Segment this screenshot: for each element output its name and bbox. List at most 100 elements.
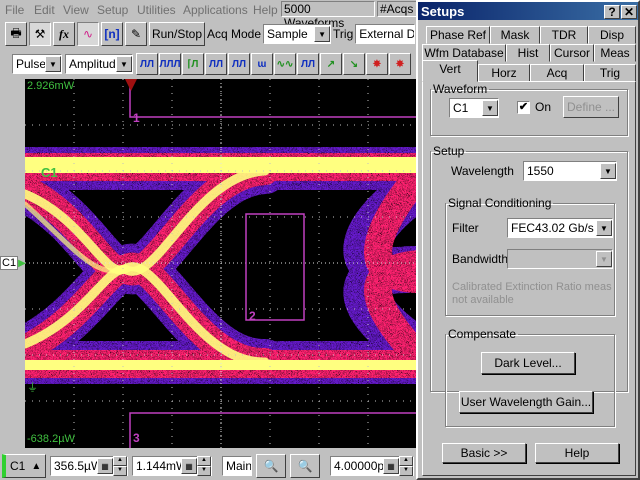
menu-view[interactable]: View [63, 3, 89, 17]
ground-icon: ⏚ [27, 382, 38, 394]
pulse-measure-icon[interactable]: ɯ [251, 53, 273, 75]
tab-hist[interactable]: Hist [506, 44, 550, 62]
pulse-measure-icon[interactable]: ЛЛ [297, 53, 319, 75]
zoom-2-icon[interactable]: 🔍 [290, 454, 320, 478]
menu-help[interactable]: Help [253, 3, 278, 17]
rise-time-icon[interactable]: ↗ [320, 53, 342, 75]
acq-mode-select[interactable]: Sample ▼ [263, 24, 332, 44]
fall-time-icon[interactable]: ↘ [343, 53, 365, 75]
mask-label-2: 2 [249, 309, 256, 323]
tab-cursor[interactable]: Cursor [550, 44, 594, 62]
timebase-field[interactable]: Main [222, 456, 252, 476]
bottom-level-readout: -638.2µW [27, 433, 75, 445]
print-icon[interactable]: 🖶 [5, 22, 27, 46]
waveform-count: 5000 Waveforms [281, 1, 375, 30]
vertical-offset-spinner[interactable]: ▲ ▼ [197, 456, 211, 476]
pulse-measure-icon[interactable]: ЛЛ [136, 53, 158, 75]
user-wavelength-gain-button[interactable]: User Wavelength Gain... [459, 391, 593, 413]
chevron-up-icon: ▲ [31, 460, 42, 472]
waveform-display[interactable]: 2.926mW C1 1 2 3 -638.2µW ⏚ [25, 79, 416, 448]
tab-mask[interactable]: Mask [490, 26, 540, 44]
top-level-readout: 2.926mW [27, 80, 75, 92]
zoom-1-icon[interactable]: 🔍 [256, 454, 286, 478]
waveform-source-select[interactable]: C1 ▼ [449, 98, 499, 118]
keypad-icon[interactable]: ▦ [97, 458, 113, 474]
tab-disp[interactable]: Disp [588, 26, 636, 44]
vert-tab-panel: Waveform C1 ▼ ✔ On Define ... Setup Wavel… [422, 81, 636, 476]
menu-file[interactable]: File [5, 3, 24, 17]
tab-horz[interactable]: Horz [478, 64, 530, 82]
horizontal-scale-field[interactable]: 4.00000ps▦▲▼ [330, 456, 414, 476]
eye-diagram [25, 79, 416, 448]
tab-meas[interactable]: Meas [594, 44, 636, 62]
measurement-select[interactable]: Amplitude▼ [65, 54, 133, 74]
channel-select-button[interactable]: C1 ▲ [2, 454, 46, 478]
chevron-down-icon: ▼ [600, 163, 616, 179]
pulse-measure-icon[interactable]: ⌈Л [182, 53, 204, 75]
pulse-measure-icon[interactable]: ЛЛЛ [159, 53, 181, 75]
acqs-count: #Acqs [377, 1, 417, 17]
pulse-measure-icon[interactable]: ЛЛ [205, 53, 227, 75]
on-label: On [535, 100, 552, 114]
channel-trace-label: C1 [41, 165, 58, 180]
define-button[interactable]: Define ... [563, 96, 619, 118]
dark-level-button[interactable]: Dark Level... [481, 352, 575, 374]
measurement-category-select[interactable]: Pulse ▼ [12, 54, 62, 74]
menu-edit[interactable]: Edit [34, 3, 55, 17]
vertical-offset-field[interactable]: 1.144mW▦▲▼ [132, 456, 212, 476]
jitter-icon[interactable]: ✸ [366, 53, 388, 75]
tab-phase-ref[interactable]: Phase Ref [426, 26, 490, 44]
on-checkbox[interactable]: ✔ [517, 101, 530, 114]
menu-applications[interactable]: Applications [183, 3, 248, 17]
pulse-measure-icon[interactable]: ЛЛ [228, 53, 250, 75]
vertical-scale-field[interactable]: 356.5µW/▦▲▼ [50, 456, 128, 476]
trigger-marker [125, 79, 137, 91]
pulse-measure-icon[interactable]: ∿∿ [274, 53, 296, 75]
vertical-scale-spinner[interactable]: ▲ ▼ [113, 456, 127, 476]
extinction-ratio-note: Calibrated Extinction Ratio meas not ava… [452, 281, 612, 306]
tab-tdr[interactable]: TDR [540, 26, 588, 44]
main-toolbar: 🖶 ⚒ fx ∿ [n] ✎ Run/Stop Acq Mode Sample ▼… [5, 22, 416, 46]
filter-select[interactable]: FEC43.02 Gb/s ▼ [507, 218, 613, 238]
status-bar: C1▲ 356.5µW/▦▲▼ 1.144mW▦▲▼ Main 🔍 🔍 4.00… [0, 452, 416, 480]
waveform-database-icon[interactable]: ∿ [77, 22, 99, 46]
keypad-icon[interactable]: ▦ [383, 458, 399, 474]
menu-utilities[interactable]: Utilities [137, 3, 176, 17]
chevron-down-icon: ▼ [482, 100, 498, 116]
help-button[interactable]: Help [535, 443, 619, 463]
measurement-toolbar: Pulse▼ Amplitude▼ ЛЛ ЛЛЛ ⌈Л ЛЛ ЛЛ ɯ ∿∿ Л… [12, 53, 411, 75]
close-icon[interactable]: ✕ [621, 5, 637, 19]
acq-mode-label: Acq Mode [207, 27, 262, 41]
run-stop-button[interactable]: Run/Stop [149, 22, 205, 46]
chevron-down-icon: ▼ [45, 56, 61, 72]
horizontal-scale-spinner[interactable]: ▲ ▼ [399, 456, 413, 476]
tab-acq[interactable]: Acq [530, 64, 584, 82]
tab-trig[interactable]: Trig [584, 64, 636, 82]
mask-label-3: 3 [133, 431, 140, 445]
help-icon[interactable]: ? [604, 5, 620, 19]
chevron-down-icon: ▼ [596, 251, 612, 267]
math-fx-icon[interactable]: fx [53, 22, 75, 46]
wavelength-select[interactable]: 1550 ▼ [523, 161, 617, 181]
keypad-icon[interactable]: ▦ [181, 458, 197, 474]
menu-setup[interactable]: Setup [97, 3, 128, 17]
chevron-down-icon: ▼ [314, 26, 331, 42]
measure-icon[interactable]: [n] [101, 22, 123, 46]
bandwidth-label: Bandwidth [452, 252, 509, 266]
jitter-icon[interactable]: ✸ [389, 53, 411, 75]
setup-tools-icon[interactable]: ⚒ [29, 22, 51, 46]
wavelength-label: Wavelength [451, 164, 514, 178]
menu-bar: File Edit View Setup Utilities Applicati… [0, 0, 280, 18]
channel-offset-marker[interactable]: C1 ▶ [0, 256, 26, 270]
bandwidth-select[interactable]: ▼ [507, 249, 613, 269]
trig-label: Trig [333, 27, 354, 41]
setups-dialog: Setups ? ✕ Phase Ref Mask TDR Disp Wfm D… [416, 0, 640, 480]
chevron-down-icon: ▼ [116, 56, 132, 72]
tab-vert[interactable]: Vert [422, 60, 478, 82]
trig-source-select[interactable]: External Dir [355, 24, 416, 44]
filter-label: Filter [452, 221, 479, 235]
eraser-icon[interactable]: ✎ [125, 22, 147, 46]
chevron-down-icon: ▼ [596, 220, 612, 236]
measurement-buttons: ЛЛ ЛЛЛ ⌈Л ЛЛ ЛЛ ɯ ∿∿ ЛЛ ↗ ↘ ✸ ✸ [136, 53, 411, 75]
basic-button[interactable]: Basic >> [442, 443, 526, 463]
